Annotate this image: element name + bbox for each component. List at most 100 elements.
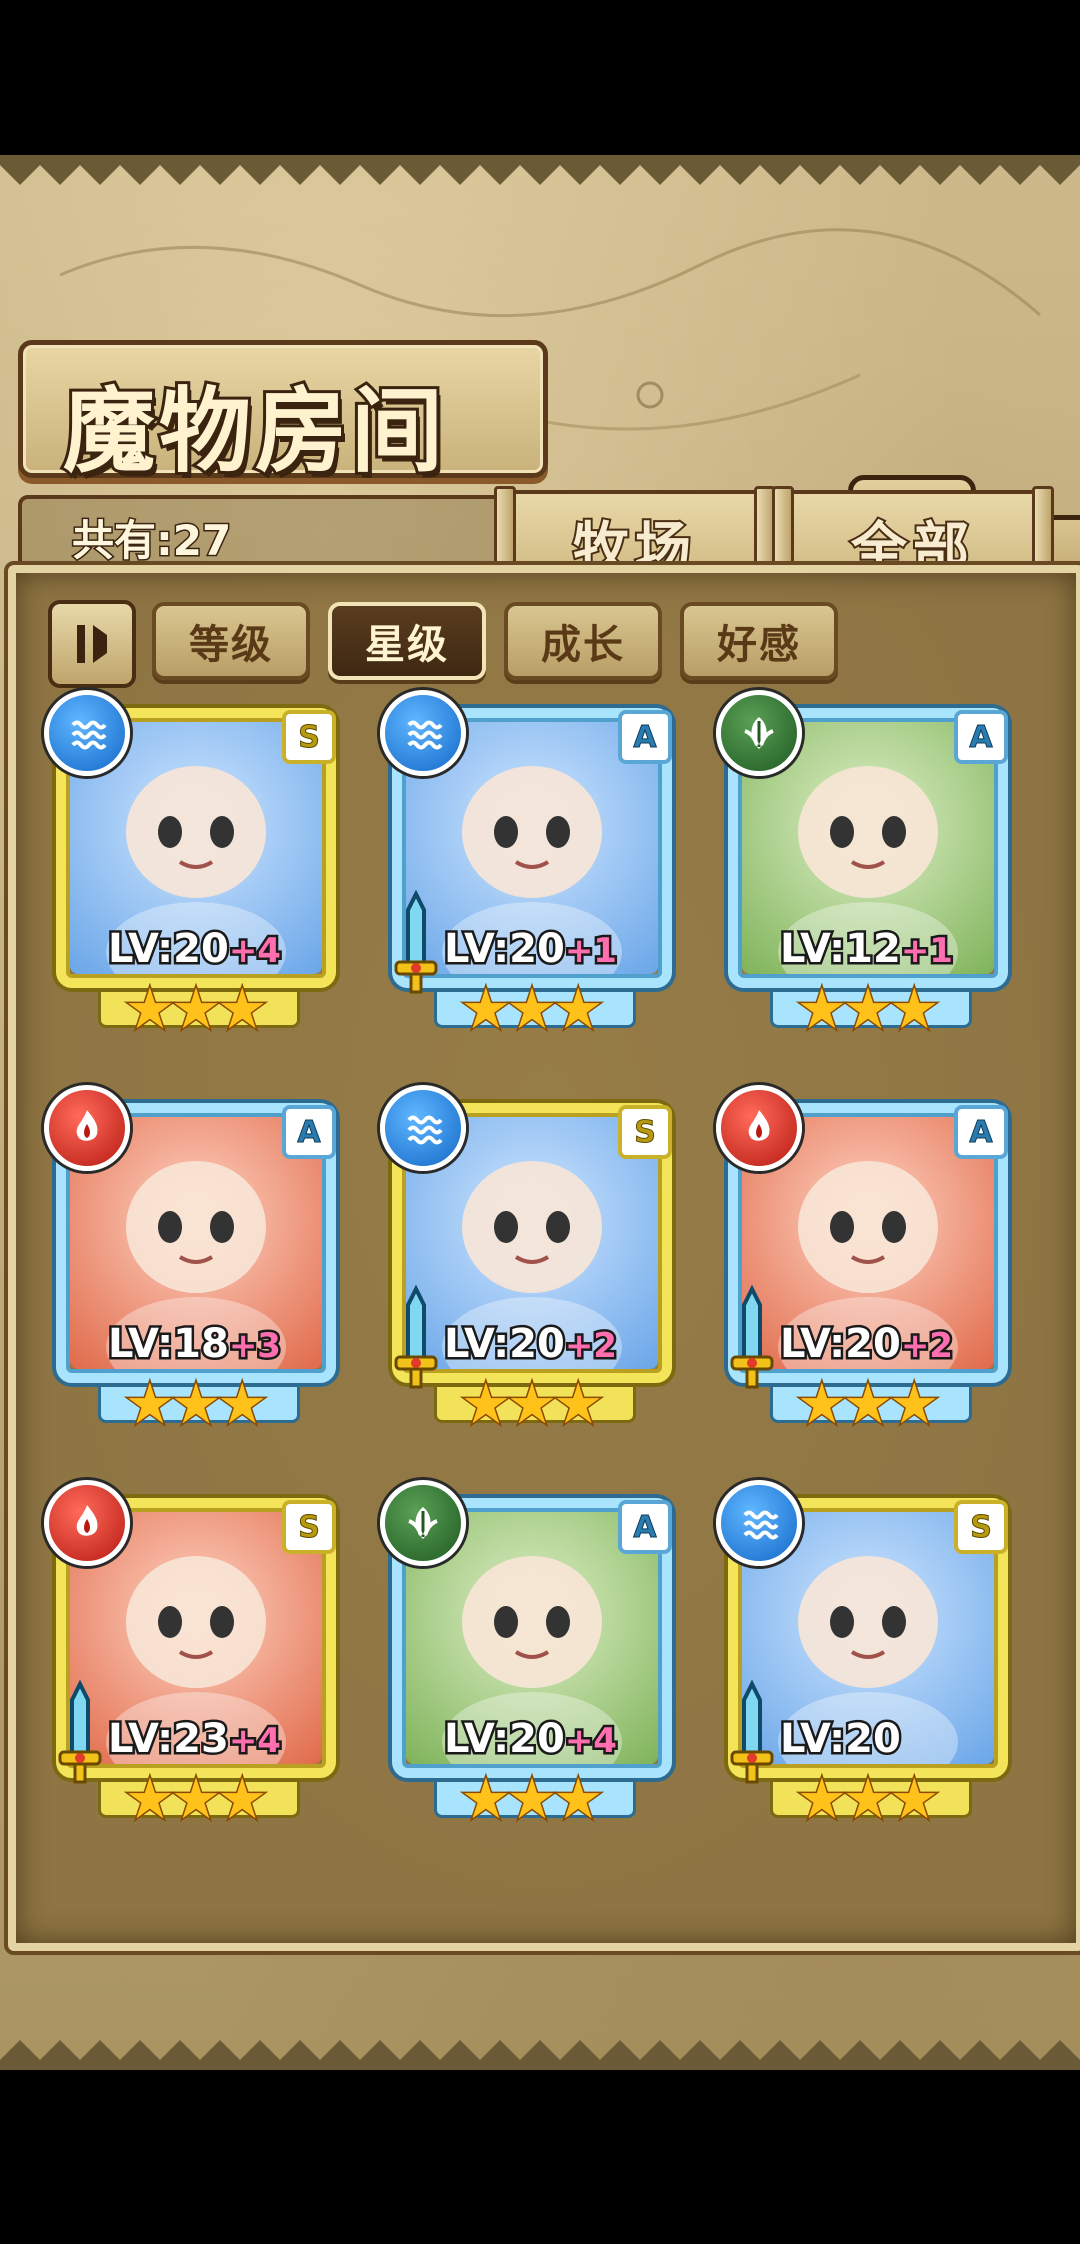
monster-level: LV:20+1 <box>442 924 620 975</box>
rank-badge: A <box>282 1105 336 1159</box>
monster-card[interactable]: A LV:20+4 ★ ★ ★ <box>380 1480 680 1829</box>
leaf-element-icon <box>380 1480 466 1566</box>
monster-card[interactable]: S LV:20 ★ ★ ★ <box>716 1480 1016 1829</box>
star-icon: ★ <box>169 977 222 1042</box>
level-bonus: +4 <box>562 1719 619 1764</box>
star-icon: ★ <box>123 977 176 1042</box>
water-element-icon <box>380 1085 466 1171</box>
filter-level-button[interactable]: 等级 <box>152 602 310 680</box>
page-title: 魔物房间 <box>60 374 448 488</box>
monster-card[interactable]: A LV:18+3 ★ ★ ★ <box>44 1085 344 1434</box>
star-rating: ★ ★ ★ <box>720 1767 1016 1832</box>
level-bonus: +2 <box>562 1324 619 1369</box>
monster-level: LV:12+1 <box>778 924 956 975</box>
filter-growth-label: 成长 <box>541 621 625 668</box>
star-icon: ★ <box>795 977 848 1042</box>
monster-level: LV:20+4 <box>106 924 284 975</box>
star-rating: ★ ★ ★ <box>48 977 344 1042</box>
monster-count: 共有:27 <box>70 515 232 567</box>
rank-badge: S <box>282 710 336 764</box>
monster-card[interactable]: S LV:23+4 ★ ★ ★ <box>44 1480 344 1829</box>
filter-growth-button[interactable]: 成长 <box>504 602 662 680</box>
level-value: LV:20 <box>442 1319 568 1370</box>
star-icon: ★ <box>505 977 558 1042</box>
star-icon: ★ <box>552 1372 605 1437</box>
zigzag-border-top <box>0 155 1080 185</box>
star-icon: ★ <box>459 1372 512 1437</box>
star-rating: ★ ★ ★ <box>384 1767 680 1832</box>
star-rating: ★ ★ ★ <box>720 1372 1016 1437</box>
monster-level: LV:20+4 <box>442 1714 620 1765</box>
water-element-icon <box>380 690 466 776</box>
rank-badge: S <box>954 1500 1008 1554</box>
star-icon: ★ <box>841 1767 894 1832</box>
level-value: LV:23 <box>106 1714 232 1765</box>
filter-affection-button[interactable]: 好感 <box>680 602 838 680</box>
star-icon: ★ <box>123 1767 176 1832</box>
level-value: LV:12 <box>778 924 904 975</box>
star-icon: ★ <box>841 1372 894 1437</box>
rank-badge: S <box>618 1105 672 1159</box>
star-rating: ★ ★ ★ <box>48 1372 344 1437</box>
level-bonus: +4 <box>226 929 283 974</box>
monster-level: LV:20+2 <box>778 1319 956 1370</box>
monster-card[interactable]: A LV:20+2 ★ ★ ★ <box>716 1085 1016 1434</box>
leaf-element-icon <box>716 690 802 776</box>
water-element-icon <box>716 1480 802 1566</box>
star-rating: ★ ★ ★ <box>720 977 1016 1042</box>
zigzag-border-bottom <box>0 2040 1080 2070</box>
monster-level: LV:20 <box>778 1714 904 1765</box>
level-value: LV:18 <box>106 1319 232 1370</box>
star-icon: ★ <box>795 1767 848 1832</box>
monster-card[interactable]: A LV:12+1 ★ ★ ★ <box>716 690 1016 1039</box>
rank-badge: A <box>618 710 672 764</box>
star-icon: ★ <box>169 1767 222 1832</box>
filter-level-label: 等级 <box>189 621 273 668</box>
fire-element-icon <box>44 1085 130 1171</box>
rank-badge: A <box>618 1500 672 1554</box>
level-value: LV:20 <box>106 924 232 975</box>
star-rating: ★ ★ ★ <box>48 1767 344 1832</box>
water-element-icon <box>44 690 130 776</box>
monster-card[interactable]: A LV:20+1 ★ ★ ★ <box>380 690 680 1039</box>
monster-card[interactable]: S LV:20+2 ★ ★ ★ <box>380 1085 680 1434</box>
star-icon: ★ <box>841 977 894 1042</box>
star-icon: ★ <box>123 1372 176 1437</box>
filter-star-label: 星级 <box>365 621 449 668</box>
star-icon: ★ <box>216 977 269 1042</box>
star-icon: ★ <box>795 1372 848 1437</box>
level-value: LV:20 <box>442 924 568 975</box>
sort-order-toggle[interactable] <box>48 600 136 688</box>
star-icon: ★ <box>888 1372 941 1437</box>
level-bonus: +2 <box>898 1324 955 1369</box>
star-icon: ★ <box>505 1767 558 1832</box>
monster-card[interactable]: S LV:20+4 ★ ★ ★ <box>44 690 344 1039</box>
star-icon: ★ <box>459 977 512 1042</box>
level-value: LV:20 <box>442 1714 568 1765</box>
monster-level: LV:23+4 <box>106 1714 284 1765</box>
level-value: LV:20 <box>778 1319 904 1370</box>
rank-badge: S <box>282 1500 336 1554</box>
filter-affection-label: 好感 <box>717 621 801 668</box>
star-icon: ★ <box>169 1372 222 1437</box>
monster-level: LV:20+2 <box>442 1319 620 1370</box>
star-rating: ★ ★ ★ <box>384 1372 680 1437</box>
rank-badge: A <box>954 1105 1008 1159</box>
monster-level: LV:18+3 <box>106 1319 284 1370</box>
star-icon: ★ <box>888 1767 941 1832</box>
level-bonus: +1 <box>562 929 619 974</box>
fire-element-icon <box>716 1085 802 1171</box>
sort-toggle-icon <box>77 625 107 663</box>
fire-element-icon <box>44 1480 130 1566</box>
level-bonus: +4 <box>226 1719 283 1764</box>
level-bonus: +3 <box>226 1324 283 1369</box>
star-icon: ★ <box>459 1767 512 1832</box>
level-value: LV:20 <box>778 1714 904 1765</box>
star-rating: ★ ★ ★ <box>384 977 680 1042</box>
monster-room-screen: 魔物房间 共有:27 牧场 全部 等级 星级 成长 好感 S LV:20+4 ★… <box>0 155 1080 2070</box>
star-icon: ★ <box>552 977 605 1042</box>
star-icon: ★ <box>216 1372 269 1437</box>
star-icon: ★ <box>888 977 941 1042</box>
star-icon: ★ <box>552 1767 605 1832</box>
filter-star-button[interactable]: 星级 <box>328 602 486 680</box>
